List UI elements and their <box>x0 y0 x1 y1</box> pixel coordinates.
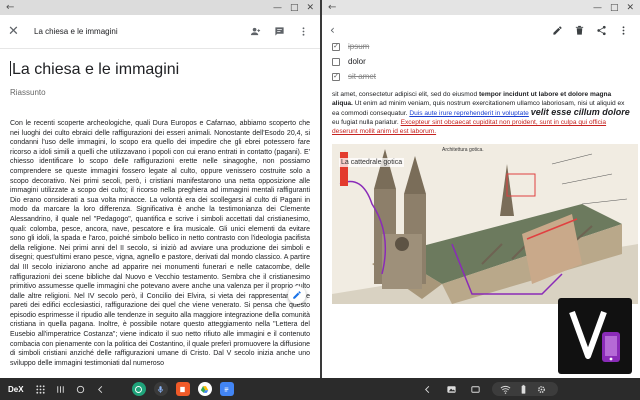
image-caption: La cattedrale gotica <box>339 158 405 167</box>
office-app-icon[interactable] <box>175 382 190 396</box>
share-icon[interactable] <box>592 23 610 37</box>
add-person-icon[interactable] <box>246 25 264 39</box>
v-phone-logo-icon <box>569 310 620 362</box>
battery-icon <box>516 382 530 396</box>
document-page[interactable]: La chiesa e le immagini Riassunto Con le… <box>0 49 320 368</box>
wifi-icon <box>498 382 512 396</box>
cathedral-illustration[interactable]: Architettura gotica. La cattedrale gotic… <box>332 144 638 304</box>
note-body[interactable]: sit amet, consectetur adipisci elit, sed… <box>322 84 640 136</box>
more-options-icon[interactable] <box>614 23 632 37</box>
microphone-app-icon[interactable] <box>153 382 168 396</box>
pencil-icon[interactable] <box>548 23 566 37</box>
text-cursor <box>10 61 11 76</box>
edit-fab[interactable] <box>288 286 306 304</box>
watermark-logo <box>558 298 632 374</box>
close-doc-button[interactable]: ✕ <box>8 24 26 39</box>
checklist-item[interactable]: dolor <box>332 54 640 69</box>
google-drive-app-icon[interactable] <box>197 382 212 396</box>
pencil-icon <box>293 291 301 299</box>
cathedral-drawing <box>332 144 638 304</box>
checkbox[interactable] <box>332 57 340 66</box>
image-heading: Architettura gotica. <box>442 147 484 153</box>
window-back-button[interactable]: ← <box>328 2 336 13</box>
docs-window-titlebar: ← — □ ✕ <box>0 0 320 15</box>
checkbox[interactable]: ✓ <box>332 72 340 81</box>
app-drawer-icon[interactable] <box>34 382 48 396</box>
checklist-item[interactable]: ✓ sit amet <box>332 69 640 84</box>
dex-taskbar: DeX <box>0 378 640 400</box>
home-icon[interactable] <box>74 382 88 396</box>
checklist: ✓ ipsum dolor ✓ sit amet <box>322 39 640 84</box>
settings-icon <box>534 382 548 396</box>
minimize-button[interactable]: — <box>593 3 602 13</box>
google-docs-app-icon[interactable] <box>219 382 234 396</box>
system-tray <box>420 382 564 396</box>
document-subtitle[interactable]: Riassunto <box>10 88 310 97</box>
keep-window-titlebar: ← — □ ✕ <box>322 0 640 15</box>
window-back-button[interactable]: ← <box>6 2 14 13</box>
gallery-icon[interactable] <box>444 382 458 396</box>
back-icon[interactable] <box>94 382 108 396</box>
dex-label[interactable]: DeX <box>8 385 24 394</box>
smart-switch-app-icon[interactable] <box>131 382 146 396</box>
document-name: La chiesa e le immagini <box>34 27 118 36</box>
maximize-button[interactable]: □ <box>290 3 299 13</box>
trash-icon[interactable] <box>570 23 588 37</box>
collapse-arrow-icon[interactable] <box>420 382 434 396</box>
close-window-button[interactable]: ✕ <box>626 3 634 13</box>
recent-apps-icon[interactable] <box>54 382 68 396</box>
more-options-icon[interactable] <box>294 25 312 39</box>
document-title[interactable]: La chiesa e le immagini <box>10 61 310 79</box>
back-arrow-icon[interactable]: ‹ <box>330 23 544 37</box>
maximize-button[interactable]: □ <box>610 3 619 13</box>
minimize-button[interactable]: — <box>273 3 282 13</box>
close-window-button[interactable]: ✕ <box>306 3 314 13</box>
checkbox[interactable]: ✓ <box>332 42 340 51</box>
quick-status-pill[interactable] <box>492 382 558 396</box>
checklist-item[interactable]: ✓ ipsum <box>332 39 640 54</box>
docs-window: ← — □ ✕ ✕ La chiesa e le immagini La chi… <box>0 0 320 378</box>
document-body[interactable]: Con le recenti scoperte archeologiche, q… <box>10 119 310 368</box>
comment-icon[interactable] <box>270 25 288 39</box>
screenshot-icon[interactable] <box>468 382 482 396</box>
docs-toolbar: ✕ La chiesa e le immagini <box>0 15 320 49</box>
